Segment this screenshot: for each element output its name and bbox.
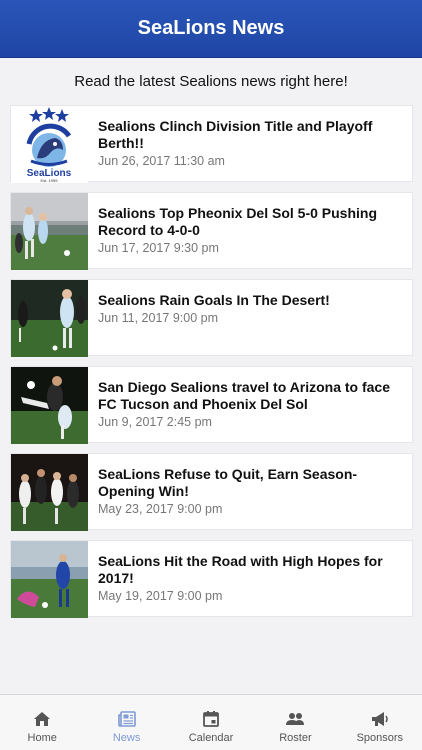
news-date: May 23, 2017 9:00 pm — [98, 502, 223, 516]
news-card[interactable]: Sealions Rain Goals In The Desert! Jun 1… — [10, 279, 413, 357]
home-icon — [32, 710, 52, 728]
match-photo-thumbnail — [11, 280, 88, 357]
tab-label: Sponsors — [356, 732, 404, 744]
news-title: SeaLions Hit the Road with High Hopes fo… — [98, 553, 383, 586]
tab-label: News — [112, 732, 141, 744]
tab-label: Home — [27, 732, 57, 744]
page-title: SeaLions News — [137, 17, 285, 39]
tab-calendar[interactable]: Calendar — [169, 695, 253, 750]
tab-label: Roster — [279, 732, 312, 744]
bottom-tab-bar: Home News Calendar Roster Sponsors — [0, 694, 422, 750]
news-card[interactable]: SeaLions Hit the Road with High Hopes fo… — [10, 540, 413, 618]
news-card[interactable]: SeaLions Refuse to Quit, Earn Season-Ope… — [10, 453, 413, 531]
logo-est: Est. 1999 — [41, 178, 59, 183]
match-photo-thumbnail — [11, 193, 88, 270]
match-photo-thumbnail — [11, 541, 88, 618]
news-title: San Diego Sealions travel to Arizona to … — [98, 379, 390, 412]
news-date: May 19, 2017 9:00 pm — [98, 589, 223, 603]
newspaper-icon — [117, 710, 137, 728]
app-header: SeaLions News — [0, 0, 422, 58]
news-card[interactable]: SeaLions Est. 1999 Sealions Clinch Divis… — [10, 105, 413, 183]
match-photo-thumbnail — [11, 367, 88, 444]
news-date: Jun 11, 2017 9:00 pm — [98, 311, 218, 325]
news-date: Jun 9, 2017 2:45 pm — [98, 415, 212, 429]
people-icon — [285, 710, 305, 728]
news-title: SeaLions Refuse to Quit, Earn Season-Ope… — [98, 466, 358, 499]
calendar-icon — [201, 710, 221, 728]
intro-text: Read the latest Sealions news right here… — [74, 73, 348, 90]
megaphone-icon — [370, 710, 390, 728]
news-title: Sealions Rain Goals In The Desert! — [98, 292, 330, 308]
news-card[interactable]: San Diego Sealions travel to Arizona to … — [10, 366, 413, 444]
news-title: Sealions Top Pheonix Del Sol 5-0 Pushing… — [98, 205, 378, 238]
tab-sponsors[interactable]: Sponsors — [338, 695, 422, 750]
tab-roster[interactable]: Roster — [253, 695, 337, 750]
tab-label: Calendar — [188, 732, 234, 744]
match-photo-thumbnail — [11, 454, 88, 531]
news-date: Jun 17, 2017 9:30 pm — [98, 241, 219, 255]
tab-home[interactable]: Home — [0, 695, 84, 750]
club-logo-thumbnail: SeaLions Est. 1999 — [11, 106, 88, 183]
news-list: SeaLions Est. 1999 Sealions Clinch Divis… — [0, 105, 422, 618]
tab-news[interactable]: News — [84, 695, 168, 750]
news-title: Sealions Clinch Division Title and Playo… — [98, 118, 373, 151]
news-card[interactable]: Sealions Top Pheonix Del Sol 5-0 Pushing… — [10, 192, 413, 270]
news-date: Jun 26, 2017 11:30 am — [98, 154, 225, 168]
